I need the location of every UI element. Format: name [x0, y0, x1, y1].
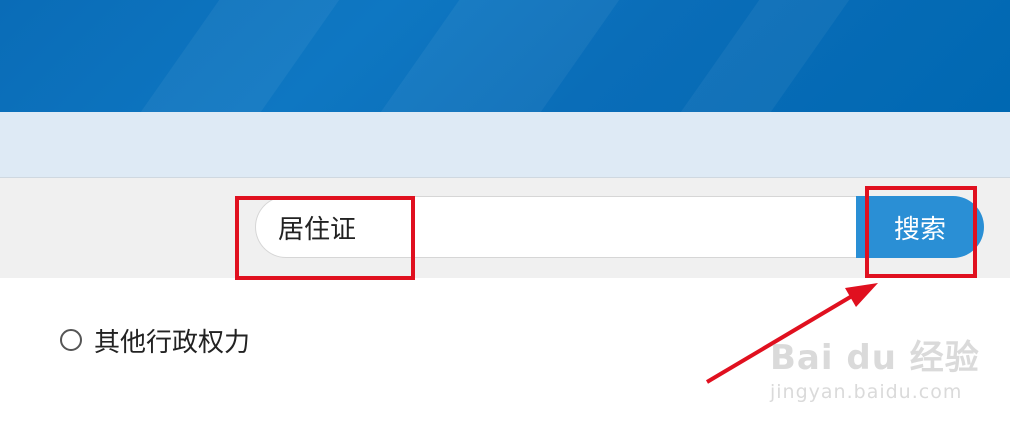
watermark-url: jingyan.baidu.com — [770, 381, 963, 403]
watermark-brand: Bai du 经验 — [770, 338, 980, 378]
watermark: Bai du 经验 jingyan.baidu.com — [770, 330, 980, 403]
